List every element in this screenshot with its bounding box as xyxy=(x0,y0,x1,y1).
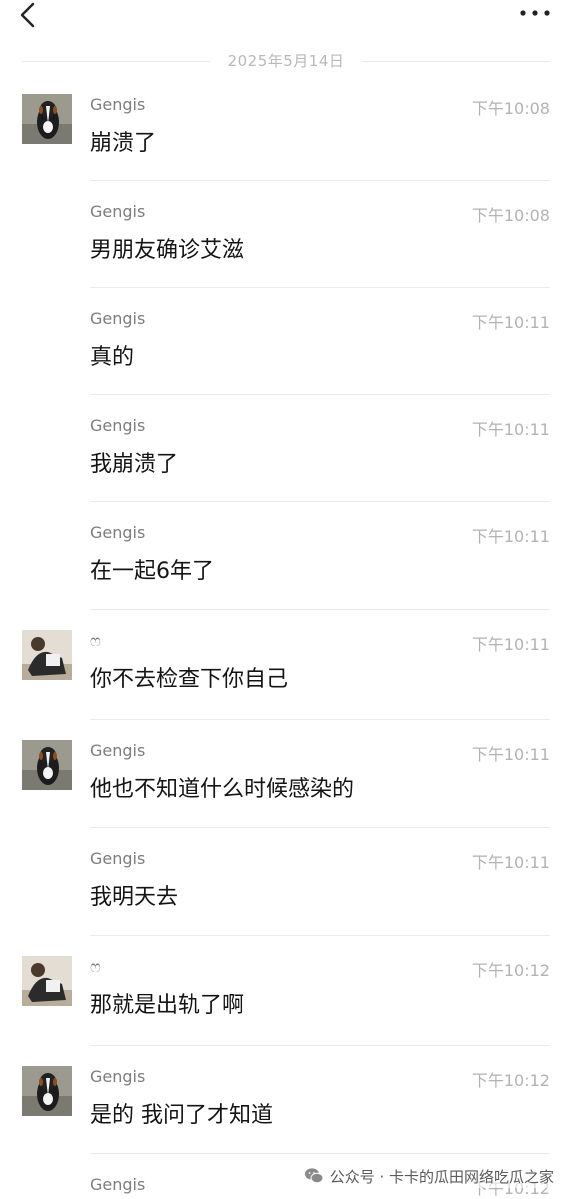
message-time: 下午10:11 xyxy=(471,853,550,872)
message-time: 下午10:11 xyxy=(471,313,550,332)
message-divider xyxy=(90,501,550,502)
message-divider xyxy=(90,827,550,828)
back-chevron-icon[interactable] xyxy=(14,2,42,30)
sender-name: ෆ xyxy=(90,957,101,976)
sender-name: Gengis xyxy=(90,1067,146,1086)
message-text: 男朋友确诊艾滋 xyxy=(90,238,245,263)
sender-name: Gengis xyxy=(90,741,146,760)
message-text: 我崩溃了 xyxy=(90,452,179,477)
message-text: 那就是出轨了啊 xyxy=(90,993,245,1018)
dog-avatar[interactable] xyxy=(22,1066,72,1116)
dog-avatar[interactable] xyxy=(22,94,72,144)
person-avatar[interactable] xyxy=(22,956,72,1006)
sender-name: Gengis xyxy=(90,202,146,221)
sender-name: Gengis xyxy=(90,1175,146,1194)
top-bar xyxy=(0,0,572,40)
sender-name: Gengis xyxy=(90,309,146,328)
message-time: 下午10:11 xyxy=(471,635,550,654)
message-divider xyxy=(90,609,550,610)
message-text: 在一起6年了 xyxy=(90,559,214,584)
wechat-icon xyxy=(304,1168,324,1184)
date-line-right xyxy=(362,61,550,62)
person-avatar[interactable] xyxy=(22,630,72,680)
watermark: 公众号 · 卡卡的瓜田网络吃瓜之家 xyxy=(299,1164,558,1188)
sender-name: ෆ xyxy=(90,631,101,650)
message-time: 下午10:11 xyxy=(471,745,550,764)
message-text: 你不去检查下你自己 xyxy=(90,667,289,692)
message-divider xyxy=(90,180,550,181)
message-text: 崩溃了 xyxy=(90,131,157,156)
message-time: 下午10:12 xyxy=(471,961,550,980)
message-text: 他也不知道什么时候感染的 xyxy=(90,777,355,802)
message-time: 下午10:08 xyxy=(471,99,550,118)
message-divider xyxy=(90,1153,550,1154)
message-time: 下午10:12 xyxy=(471,1071,550,1090)
more-dots-icon[interactable] xyxy=(518,3,552,23)
date-separator: 2025年5月14日 xyxy=(0,50,572,74)
message-time: 下午10:11 xyxy=(471,420,550,439)
message-text: 我明天去 xyxy=(90,885,179,910)
message-divider xyxy=(90,719,550,720)
sender-name: Gengis xyxy=(90,523,146,542)
message-divider xyxy=(90,935,550,936)
message-time: 下午10:08 xyxy=(471,206,550,225)
message-divider xyxy=(90,1045,550,1046)
message-time: 下午10:11 xyxy=(471,527,550,546)
sender-name: Gengis xyxy=(90,849,146,868)
dog-avatar[interactable] xyxy=(22,740,72,790)
message-divider xyxy=(90,394,550,395)
sender-name: Gengis xyxy=(90,95,146,114)
message-divider xyxy=(90,287,550,288)
message-text: 是的 我问了才知道 xyxy=(90,1103,273,1128)
watermark-text: 公众号 · 卡卡的瓜田网络吃瓜之家 xyxy=(329,1167,554,1186)
sender-name: Gengis xyxy=(90,416,146,435)
message-text: 真的 xyxy=(90,345,135,370)
